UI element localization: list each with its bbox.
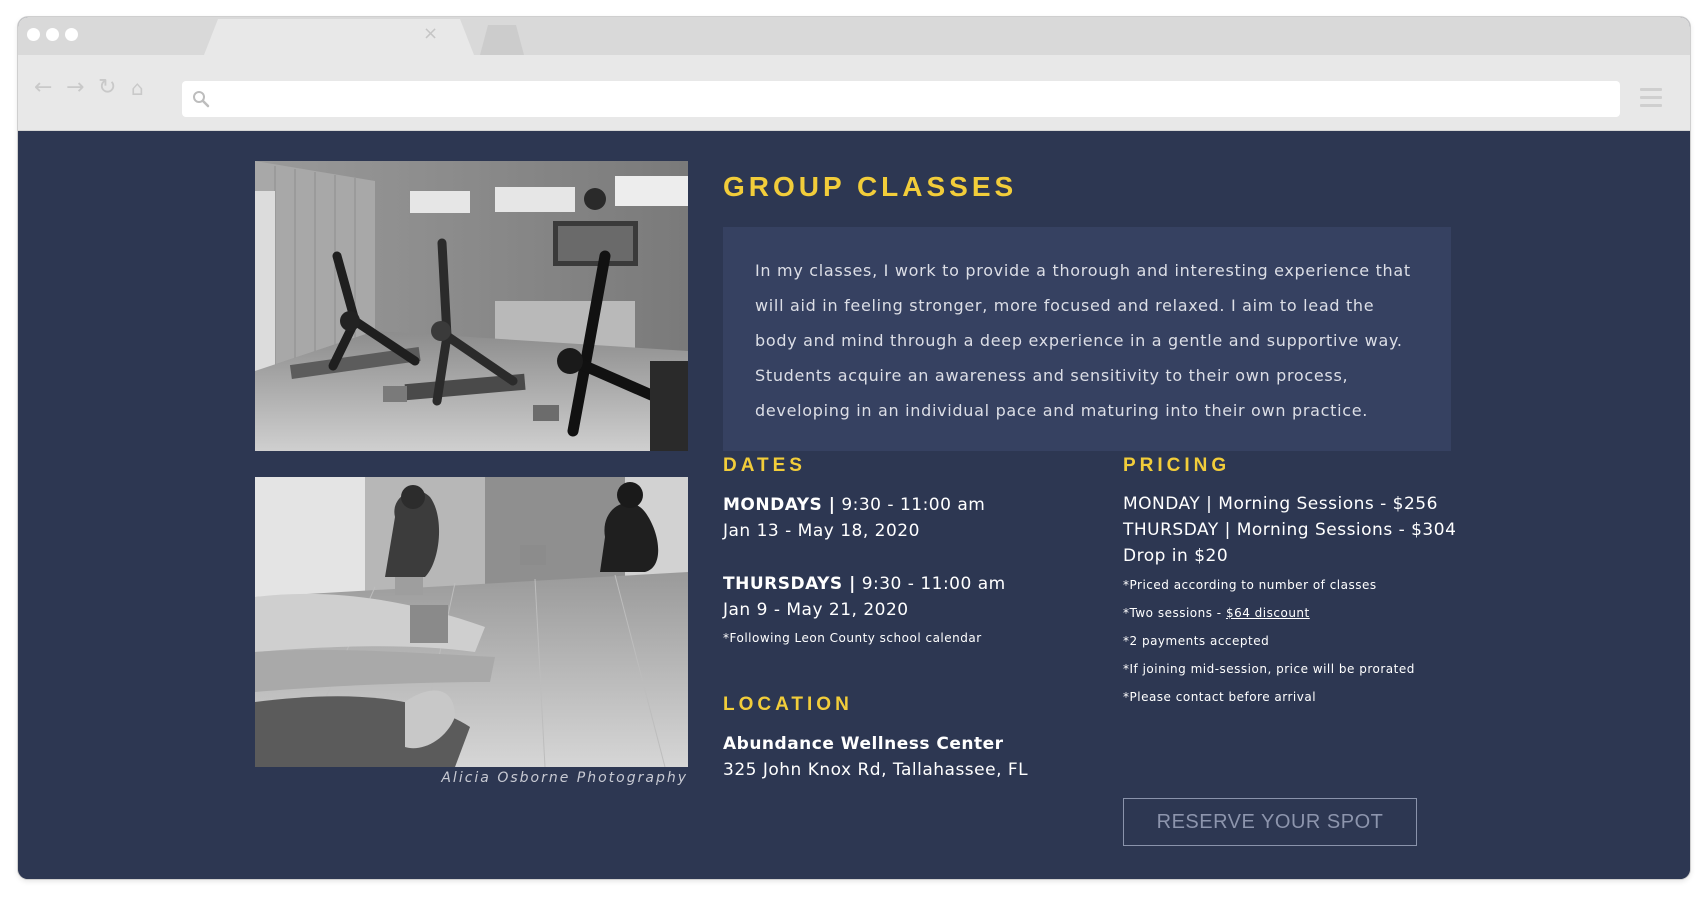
minimize-window-dot[interactable] xyxy=(46,28,59,41)
browser-toolbar: ← → ↻ ⌂ xyxy=(18,55,1690,131)
new-tab-button[interactable] xyxy=(480,25,524,55)
thursday-time: 9:30 - 11:00 am xyxy=(855,574,1006,594)
intro-text: In my classes, I work to provide a thoro… xyxy=(755,261,1411,420)
monday-schedule: MONDAYS | 9:30 - 11:00 am xyxy=(723,495,985,515)
pricing-heading: PRICING xyxy=(1123,455,1231,476)
forward-icon[interactable]: → xyxy=(66,77,84,99)
thursday-date-range: Jan 9 - May 21, 2020 xyxy=(723,600,909,620)
price-monday: MONDAY | Morning Sessions - $256 xyxy=(1123,494,1438,514)
thursday-schedule: THURSDAYS | 9:30 - 11:00 am xyxy=(723,574,1006,594)
pricing-note-contact: *Please contact before arrival xyxy=(1123,690,1317,704)
dates-heading: DATES xyxy=(723,455,806,476)
back-icon[interactable]: ← xyxy=(34,77,52,99)
hamburger-menu-icon[interactable] xyxy=(1640,88,1662,112)
location-address: 325 John Knox Rd, Tallahassee, FL xyxy=(723,760,1029,780)
yoga-class-photo-1 xyxy=(255,161,688,451)
monday-date-range: Jan 13 - May 18, 2020 xyxy=(723,521,920,541)
discount-link[interactable]: $64 discount xyxy=(1226,606,1310,620)
tab-bar: × xyxy=(18,17,1690,55)
page-content: Alicia Osborne Photography GROUP CLASSES… xyxy=(18,131,1690,879)
pricing-note-prorated: *If joining mid-session, price will be p… xyxy=(1123,662,1415,676)
pricing-note-classes: *Priced according to number of classes xyxy=(1123,578,1377,592)
calendar-note: *Following Leon County school calendar xyxy=(723,631,982,645)
browser-window: × ← → ↻ ⌂ Alicia Osborne Photography GRO… xyxy=(18,17,1690,879)
address-bar[interactable] xyxy=(182,81,1620,117)
reserve-spot-button[interactable]: RESERVE YOUR SPOT xyxy=(1123,798,1417,846)
location-heading: LOCATION xyxy=(723,694,853,715)
photo-credit: Alicia Osborne Photography xyxy=(441,770,688,786)
price-thursday: THURSDAY | Morning Sessions - $304 xyxy=(1123,520,1457,540)
pricing-note-payments: *2 payments accepted xyxy=(1123,634,1270,648)
monday-label: MONDAYS | xyxy=(723,495,836,515)
home-icon[interactable]: ⌂ xyxy=(131,77,144,99)
monday-time: 9:30 - 11:00 am xyxy=(835,495,986,515)
reload-icon[interactable]: ↻ xyxy=(98,77,116,99)
thursday-label: THURSDAYS | xyxy=(723,574,856,594)
tab-close-icon[interactable]: × xyxy=(423,25,438,43)
pricing-note-two-sessions-prefix: *Two sessions - xyxy=(1123,606,1226,620)
location-name: Abundance Wellness Center xyxy=(723,734,1004,754)
price-drop-in: Drop in $20 xyxy=(1123,546,1229,566)
close-window-dot[interactable] xyxy=(27,28,40,41)
intro-panel: In my classes, I work to provide a thoro… xyxy=(723,227,1451,451)
pricing-note-two-sessions: *Two sessions - $64 discount xyxy=(1123,606,1310,620)
search-icon xyxy=(193,91,210,108)
yoga-class-photo-2 xyxy=(255,477,688,767)
page-title: GROUP CLASSES xyxy=(723,171,1018,202)
maximize-window-dot[interactable] xyxy=(65,28,78,41)
